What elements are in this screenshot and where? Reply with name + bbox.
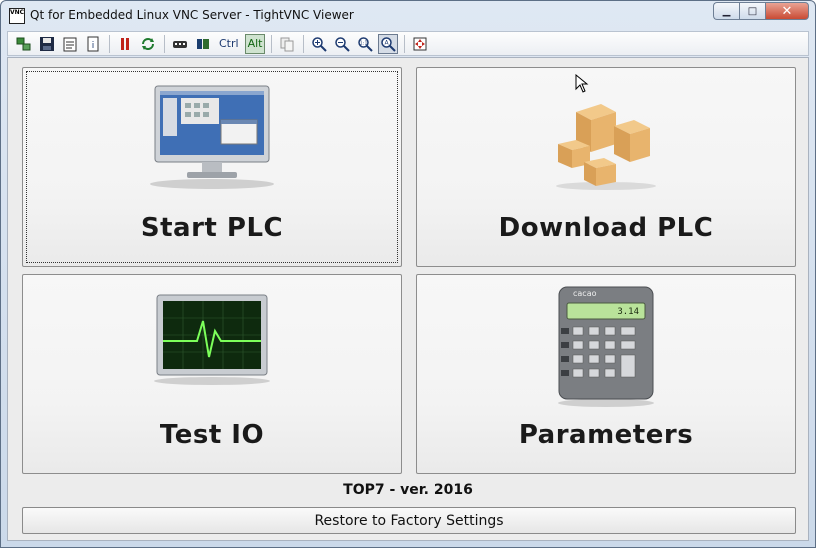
calculator-display: 3.14 bbox=[617, 307, 639, 317]
calculator-brand: cacao bbox=[573, 289, 597, 298]
ctrl-alt-del-icon[interactable] bbox=[170, 34, 190, 54]
parameters-label: Parameters bbox=[518, 420, 694, 450]
test-io-label: Test IO bbox=[159, 420, 265, 450]
save-icon[interactable] bbox=[37, 34, 57, 54]
close-button[interactable]: ✕ bbox=[765, 2, 809, 20]
zoom-auto-icon[interactable]: A bbox=[378, 33, 399, 54]
mouse-cursor-icon bbox=[575, 73, 591, 98]
options-icon[interactable] bbox=[60, 34, 80, 54]
svg-text:1:1: 1:1 bbox=[360, 40, 368, 46]
toolbar-separator bbox=[303, 34, 305, 53]
svg-text:i: i bbox=[92, 41, 95, 51]
start-plc-label: Start PLC bbox=[140, 213, 284, 243]
maximize-button[interactable]: □ bbox=[739, 2, 765, 20]
download-plc-label: Download PLC bbox=[498, 213, 714, 243]
download-plc-button[interactable]: Download PLC bbox=[416, 67, 796, 267]
ctrl-key-button[interactable]: Ctrl bbox=[216, 34, 242, 54]
version-label: TOP7 - ver. 2016 bbox=[343, 482, 473, 498]
boxes-icon bbox=[546, 82, 666, 196]
oscilloscope-icon bbox=[147, 291, 277, 391]
zoom-100-icon[interactable]: 1:1 bbox=[355, 34, 375, 54]
toolbar-separator bbox=[271, 34, 273, 53]
title-bar[interactable]: VNC Qt for Embedded Linux VNC Server - T… bbox=[1, 1, 815, 30]
new-connection-icon[interactable] bbox=[14, 34, 34, 54]
start-plc-button[interactable]: Start PLC bbox=[22, 67, 402, 267]
parameters-button[interactable]: cacao 3.14 Parameters bbox=[416, 274, 796, 474]
fullscreen-icon[interactable] bbox=[410, 34, 430, 54]
toolbar: i Ctrl Alt 1:1 A bbox=[7, 31, 809, 56]
vnc-viewer-window: VNC Qt for Embedded Linux VNC Server - T… bbox=[0, 0, 816, 548]
window-controls: ▁ □ ✕ bbox=[713, 2, 809, 20]
test-io-button[interactable]: Test IO bbox=[22, 274, 402, 474]
pause-icon[interactable] bbox=[115, 34, 135, 54]
window-title: Qt for Embedded Linux VNC Server - Tight… bbox=[30, 8, 354, 22]
zoom-out-icon[interactable] bbox=[332, 34, 352, 54]
copy-icon[interactable] bbox=[277, 34, 297, 54]
alt-key-button[interactable]: Alt bbox=[244, 33, 266, 54]
vnc-app-icon[interactable]: VNC bbox=[9, 8, 25, 24]
restore-factory-settings-button[interactable]: Restore to Factory Settings bbox=[22, 507, 796, 534]
toolbar-separator bbox=[164, 34, 165, 53]
zoom-in-icon[interactable] bbox=[309, 34, 329, 54]
toolbar-separator bbox=[109, 34, 110, 53]
minimize-button[interactable]: ▁ bbox=[713, 2, 739, 20]
connection-info-icon[interactable]: i bbox=[83, 34, 103, 54]
toolbar-separator bbox=[404, 34, 406, 53]
calculator-icon: cacao 3.14 bbox=[551, 285, 661, 411]
remote-desktop-area[interactable]: Start PLC Download PLC Test IO cacao 3.1… bbox=[7, 57, 809, 541]
monitor-icon bbox=[147, 82, 277, 194]
ctrl-esc-icon[interactable] bbox=[193, 34, 213, 54]
refresh-icon[interactable] bbox=[138, 34, 158, 54]
